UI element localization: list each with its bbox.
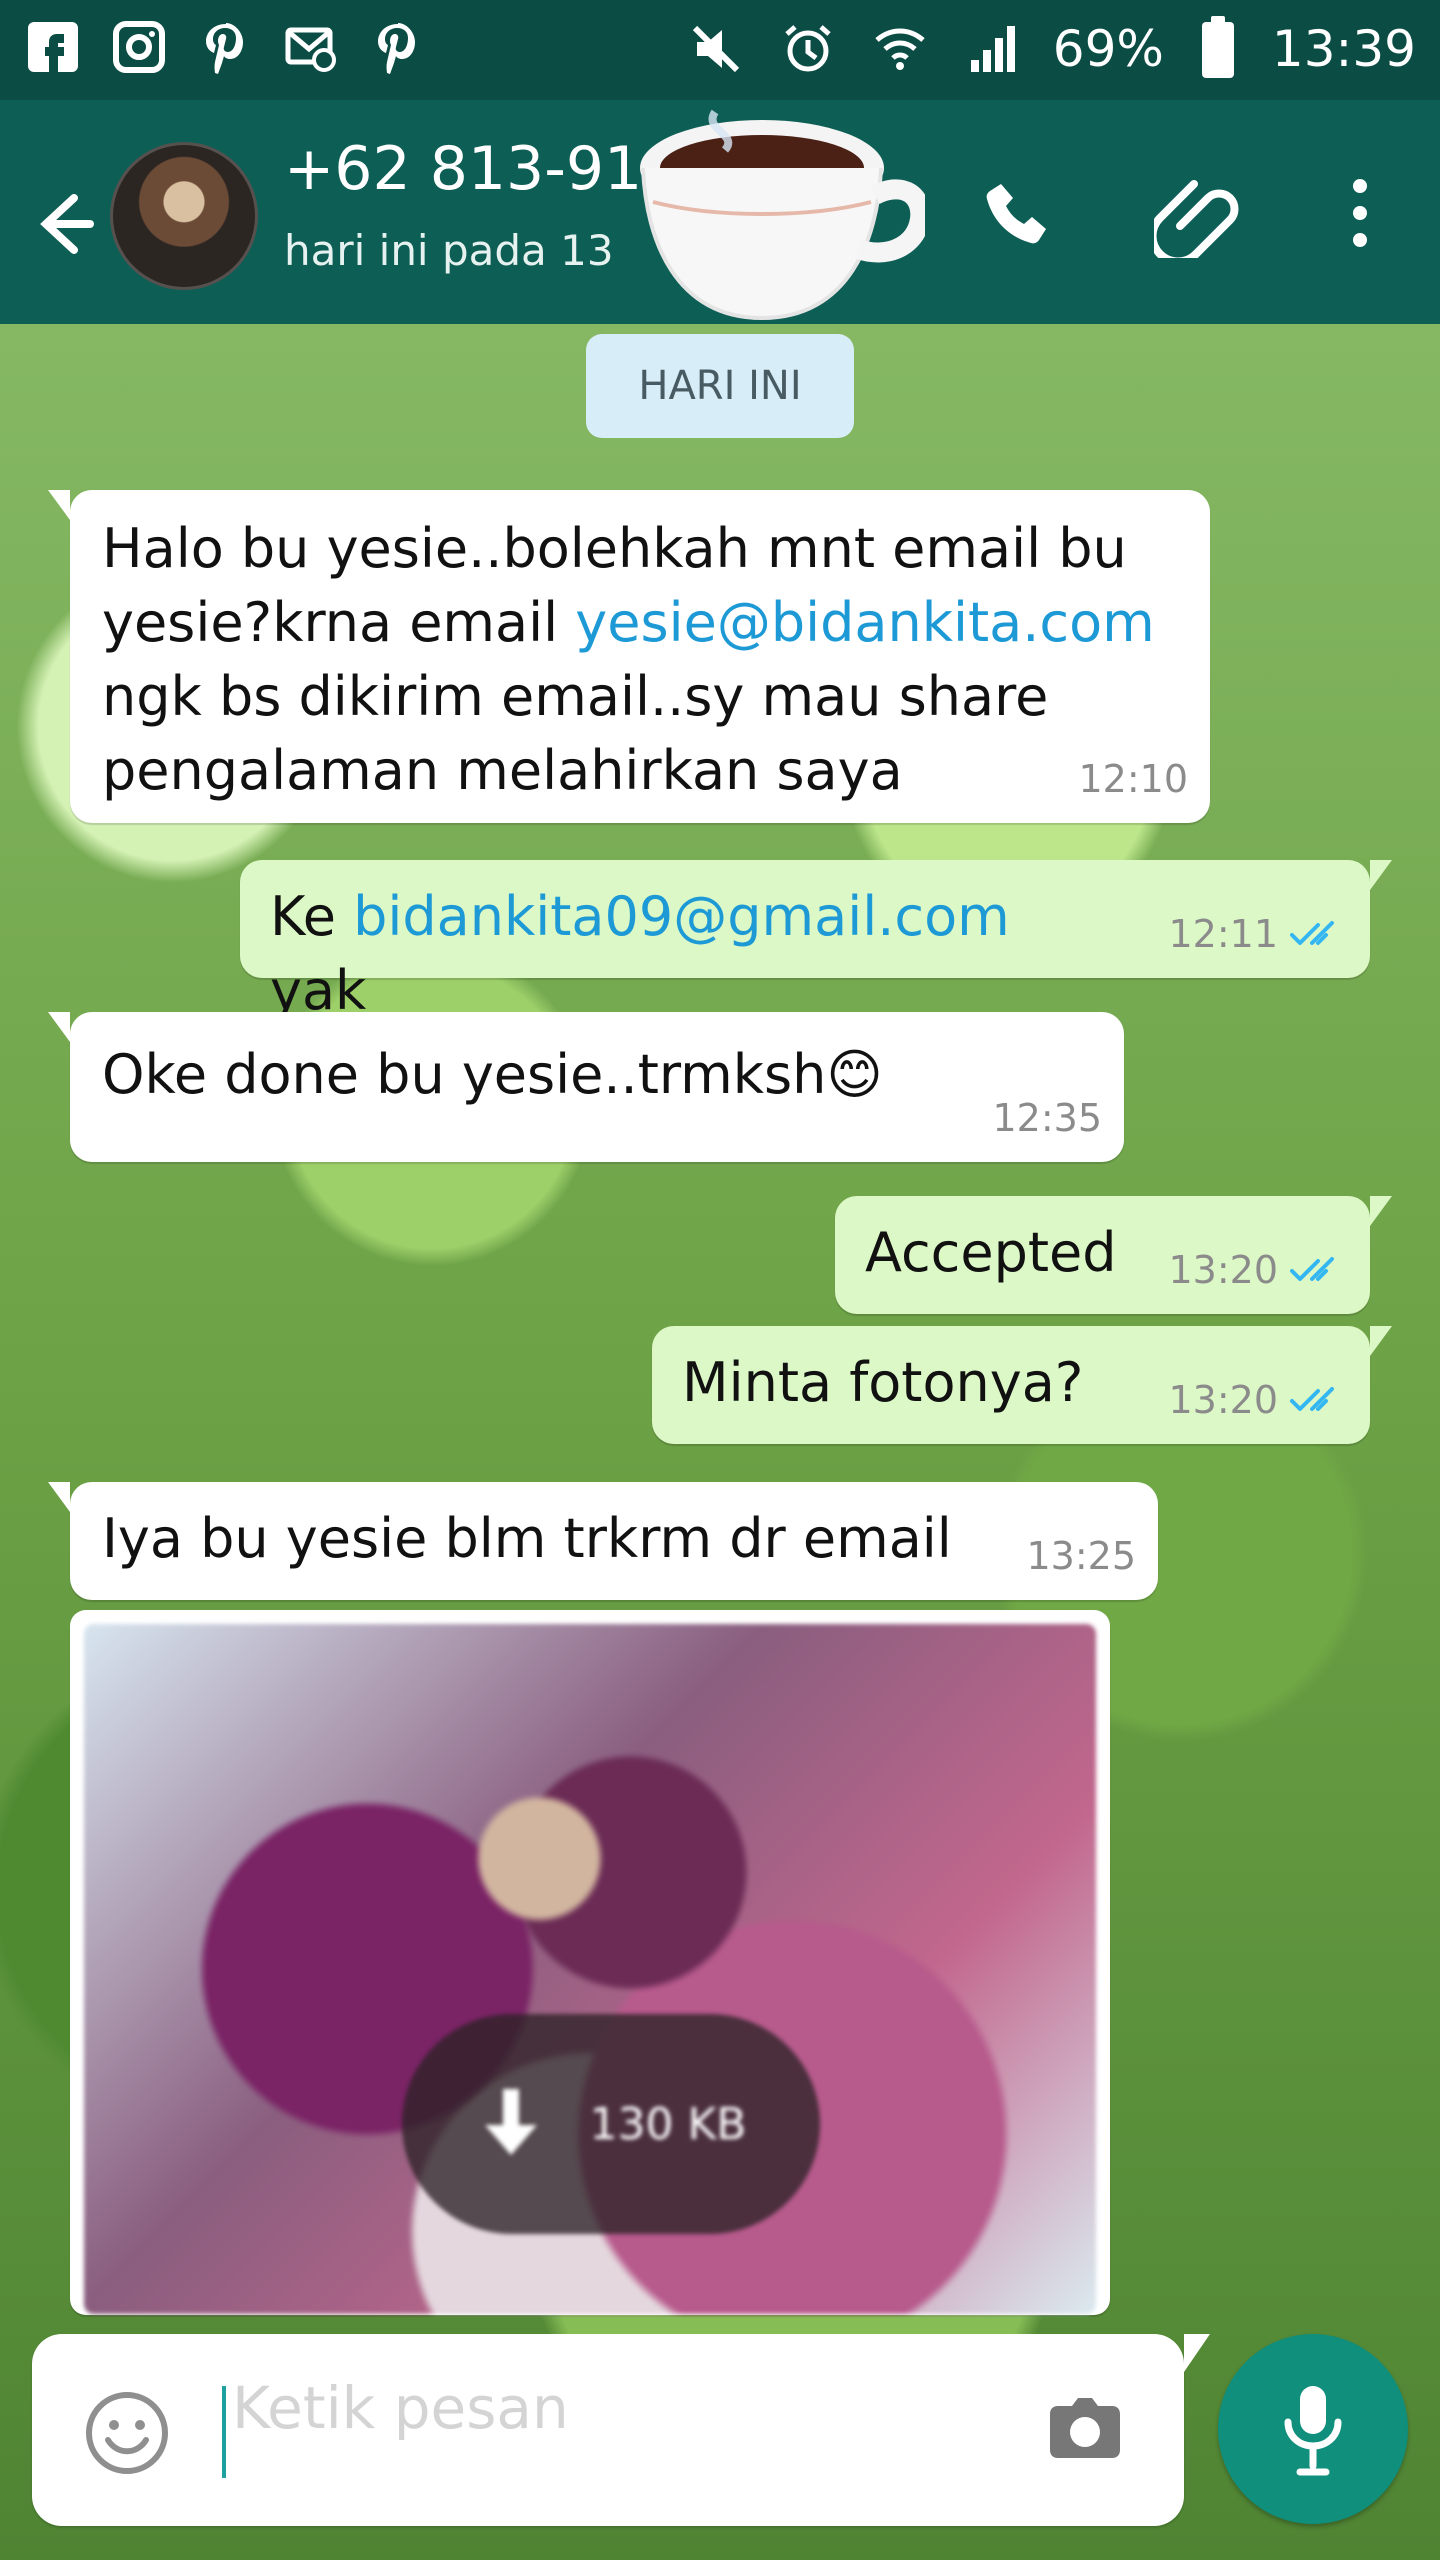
facebook-icon <box>28 22 78 72</box>
wifi-icon <box>875 28 925 70</box>
message-text: Minta fotonya? <box>682 1351 1084 1414</box>
message-text: Oke done bu yesie..trmksh😊 <box>102 1043 883 1106</box>
contact-avatar[interactable] <box>110 142 258 290</box>
email-link[interactable]: yesie@bidankita.com <box>575 591 1154 654</box>
alarm-icon <box>785 25 831 72</box>
clock: 13:39 <box>1271 20 1416 78</box>
message-incoming-m1[interactable]: Halo bu yesie..bolehkah mnt email bu yes… <box>48 490 1210 823</box>
message-timestamp: 13:20 <box>1168 1374 1348 1426</box>
message-timestamp: 12:11 <box>1168 908 1348 960</box>
mute-icon <box>692 25 739 73</box>
notification-icons <box>24 18 426 76</box>
email-link[interactable]: bidankita09@gmail.com <box>353 885 1010 948</box>
attachment-size: 130 KB <box>589 2098 747 2150</box>
header-actions <box>978 168 1440 258</box>
message-text: Ke bidankita09@gmail.com yak <box>270 880 1120 1028</box>
text-cursor <box>222 2386 226 2478</box>
timestamp-text: 12:10 <box>1078 756 1188 801</box>
message-composer[interactable]: Ketik pesan <box>32 2334 1210 2526</box>
battery-percent: 69% <box>1052 20 1164 78</box>
battery-icon <box>1201 16 1234 78</box>
status-bar: 69% 13:39 <box>0 0 1440 100</box>
message-text: Iya bu yesie blm trkrm dr email <box>102 1507 952 1570</box>
message-timestamp: 12:10 <box>1078 753 1188 805</box>
coffee-cup-overlay <box>640 109 925 321</box>
message-input-placeholder[interactable]: Ketik pesan <box>232 2374 569 2442</box>
timestamp-text: 13:25 <box>1026 1533 1136 1578</box>
back-arrow-icon[interactable] <box>28 188 100 260</box>
message-outgoing-m2[interactable]: Ke bidankita09@gmail.com yak 12:11 <box>240 860 1392 1022</box>
timestamp-text: 13:20 <box>1168 1247 1278 1292</box>
contact-status: hari ini pada 13 <box>284 226 614 275</box>
signal-icon <box>970 26 1015 72</box>
attachment-icon[interactable] <box>1154 168 1244 258</box>
microphone-button[interactable] <box>1218 2334 1408 2524</box>
microphone-icon <box>1284 2386 1342 2476</box>
message-text-part: Ke <box>270 885 354 948</box>
instagram-icon <box>113 21 165 73</box>
message-timestamp: 13:25 <box>1026 1530 1136 1582</box>
download-button[interactable]: 130 KB <box>402 2014 820 2234</box>
double-check-icon <box>1290 1386 1334 1411</box>
double-check-icon <box>1290 1256 1334 1281</box>
download-icon <box>485 2089 538 2155</box>
double-check-icon <box>1290 920 1334 945</box>
message-timestamp: 12:35 <box>992 1092 1102 1144</box>
timestamp-text: 13:20 <box>1168 1377 1278 1422</box>
message-text: Halo bu yesie..bolehkah mnt email bu yes… <box>102 512 1180 808</box>
phone-icon[interactable] <box>978 174 1056 252</box>
pinterest-icon-2 <box>378 23 415 74</box>
message-incoming-m3[interactable]: Oke done bu yesie..trmksh😊 12:35 <box>48 1012 1124 1162</box>
email-icon <box>285 27 336 72</box>
message-timestamp: 13:20 <box>1168 1244 1348 1296</box>
date-separator: HARI INI <box>586 334 854 438</box>
more-vertical-icon[interactable] <box>1342 174 1378 252</box>
message-outgoing-m5[interactable]: Minta fotonya? 13:20 <box>652 1326 1392 1444</box>
camera-icon[interactable] <box>1040 2392 1130 2466</box>
blurred-image-preview[interactable]: 130 KB <box>84 1624 1096 2314</box>
timestamp-text: 12:11 <box>1168 911 1278 956</box>
message-text: Accepted <box>865 1221 1117 1284</box>
status-right: 69% 13:39 <box>685 14 1416 84</box>
message-outgoing-m4[interactable]: Accepted 13:20 <box>835 1196 1392 1314</box>
image-message[interactable]: 130 KB <box>70 1610 1110 2315</box>
timestamp-text: 12:35 <box>992 1095 1102 1140</box>
message-text-part: ngk bs dikirim email..sy mau share penga… <box>102 664 1049 802</box>
emoji-icon[interactable] <box>84 2390 170 2476</box>
contact-name[interactable]: +62 813-91 <box>284 134 642 204</box>
message-incoming-m6[interactable]: Iya bu yesie blm trkrm dr email 13:25 <box>48 1482 1158 1600</box>
pinterest-icon <box>206 23 243 74</box>
